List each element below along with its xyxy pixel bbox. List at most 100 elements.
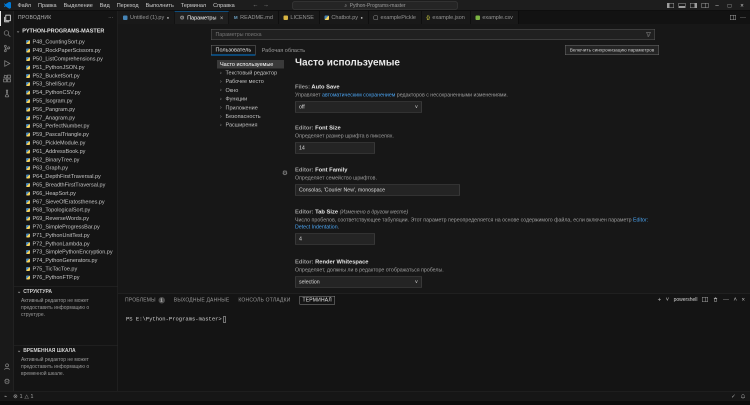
close-window-button[interactable]: × (738, 2, 746, 9)
file-item[interactable]: P70_SimpleProgressBar.py (14, 223, 118, 231)
terminal-profile-dropdown-icon[interactable]: ˅ (666, 296, 670, 303)
font-size-input[interactable] (295, 143, 375, 154)
file-item[interactable]: P51_PythonJSON.py (14, 63, 118, 71)
kill-terminal-icon[interactable] (712, 297, 718, 303)
file-item[interactable]: P57_Anagram.py (14, 114, 118, 122)
toggle-secondary-sidebar-icon[interactable] (690, 3, 697, 8)
setting-link[interactable]: автоматическим сохранением (322, 92, 395, 98)
more-actions-icon[interactable]: ⋯ (740, 14, 746, 21)
explorer-actions-icon[interactable]: ⋯ (108, 15, 113, 21)
minimize-button[interactable]: – (713, 2, 721, 9)
source-control-icon[interactable] (0, 41, 14, 56)
notifications-bell-icon[interactable] (740, 393, 746, 399)
check-icon[interactable]: ✓ (731, 393, 735, 399)
file-item[interactable]: P56_Pangram.py (14, 105, 118, 113)
file-item[interactable]: P61_AddressBook.py (14, 147, 118, 155)
file-item[interactable]: P60_PickleModule.py (14, 139, 118, 147)
file-item[interactable]: P53_ShellSort.py (14, 80, 118, 88)
tab-size-input[interactable] (295, 234, 375, 245)
toggle-panel-icon[interactable] (679, 3, 686, 8)
outline-header[interactable]: ⌄ СТРУКТУРА (14, 287, 118, 297)
tab-example-csv[interactable]: example.csv (470, 11, 518, 24)
remote-indicator[interactable]: ⌁ (4, 393, 7, 399)
tab-untitled[interactable]: Untitled (1).py ● (118, 11, 175, 24)
toc-window[interactable]: ›Окно (217, 86, 284, 95)
menu-selection[interactable]: Выделение (60, 2, 96, 8)
menu-run[interactable]: Выполнить (142, 2, 177, 8)
scope-tab-workspace[interactable]: Рабочая область (262, 47, 305, 53)
render-whitespace-select[interactable]: selection ˅ (295, 277, 422, 288)
file-item[interactable]: P55_Isogram.py (14, 97, 118, 105)
settings-search-input[interactable] (215, 31, 646, 38)
testing-icon[interactable] (0, 86, 14, 101)
settings-sync-button[interactable]: Включить синхронизацию параметров (565, 45, 659, 55)
auto-save-select[interactable]: off ˅ (295, 102, 422, 113)
settings-gear-icon[interactable]: ⚙ (0, 374, 14, 389)
file-item[interactable]: P76_PythonFTP.py (14, 273, 118, 281)
menu-file[interactable]: Файл (14, 2, 35, 8)
split-editor-icon[interactable] (730, 15, 736, 20)
file-item[interactable]: P49_RockPaperScissors.py (14, 46, 118, 54)
toc-security[interactable]: ›Безопасность (217, 112, 284, 121)
menu-view[interactable]: Вид (96, 2, 113, 8)
menu-help[interactable]: Справка (210, 2, 239, 8)
file-item[interactable]: P74_PythonGenerators.py (14, 256, 118, 264)
file-item[interactable]: P66_HeapSort.py (14, 189, 118, 197)
tab-settings[interactable]: ⚙ Параметры × (175, 11, 229, 24)
file-item[interactable]: P69_ReverseWords.py (14, 214, 118, 222)
panel-tab-problems[interactable]: ПРОБЛЕМЫ 1 (125, 297, 165, 304)
file-item[interactable]: P62_BinaryTree.py (14, 156, 118, 164)
forward-icon[interactable]: → (263, 1, 269, 8)
file-item[interactable]: P50_ListComprehensions.py (14, 55, 118, 63)
file-item[interactable]: P63_Graph.py (14, 164, 118, 172)
tab-chatbot[interactable]: Chatbot.py ● (319, 11, 368, 24)
file-item[interactable]: P67_SieveOfEratosthenes.py (14, 198, 118, 206)
close-panel-icon[interactable]: × (741, 296, 745, 303)
panel-tab-output[interactable]: ВЫХОДНЫЕ ДАННЫЕ (174, 297, 230, 303)
file-item[interactable]: P59_PascalTriangle.py (14, 130, 118, 138)
search-sidebar-icon[interactable] (0, 26, 14, 41)
tab-example-pickle[interactable]: examplePickle (368, 11, 421, 24)
tab-license[interactable]: LICENSE (278, 11, 319, 24)
toc-workbench[interactable]: ›Рабочее место (217, 77, 284, 86)
shell-label[interactable]: powershell (674, 297, 698, 303)
tab-example-json[interactable]: {} example.json (421, 11, 470, 24)
run-debug-icon[interactable] (0, 56, 14, 71)
back-icon[interactable]: ← (253, 1, 259, 8)
customize-layout-icon[interactable] (702, 3, 709, 8)
new-terminal-icon[interactable]: + (658, 296, 662, 303)
file-item[interactable]: P72_PythonLambda.py (14, 240, 118, 248)
toc-extensions[interactable]: ›Расширения (217, 121, 284, 130)
explorer-icon[interactable] (0, 11, 14, 26)
toggle-sidebar-icon[interactable] (667, 3, 674, 8)
timeline-header[interactable]: ⌄ ВРЕМЕННАЯ ШКАЛА (14, 346, 118, 356)
file-item[interactable]: P75_TicTacToe.py (14, 265, 118, 273)
close-tab-icon[interactable]: × (220, 14, 224, 21)
menu-edit[interactable]: Правка (35, 2, 61, 8)
account-icon[interactable] (0, 359, 14, 374)
command-center[interactable]: ⌕ Python-Programs-master (293, 2, 458, 10)
scope-tab-user[interactable]: Пользователь (211, 45, 256, 56)
extensions-icon[interactable] (0, 71, 14, 86)
file-item[interactable]: P68_TopologicalSort.py (14, 206, 118, 214)
font-family-input[interactable] (295, 185, 460, 196)
problems-status[interactable]: ⊗ 1 △ 1 (13, 393, 33, 399)
menu-go[interactable]: Переход (113, 2, 142, 8)
filter-icon[interactable] (646, 32, 652, 38)
setting-edit-gear-icon[interactable]: ⚙ (282, 169, 288, 177)
toc-application[interactable]: ›Приложение (217, 103, 284, 112)
file-item[interactable]: P58_PerfectNumber.py (14, 122, 118, 130)
file-item[interactable]: P71_PythonUnitTest.py (14, 231, 118, 239)
maximize-button[interactable]: □ (726, 2, 734, 9)
file-item[interactable]: P54_PythonCSV.py (14, 88, 118, 96)
file-item[interactable]: P48_CountingSort.py (14, 38, 118, 46)
maximize-panel-icon[interactable]: ˄ (733, 296, 737, 303)
terminal-output[interactable]: PS E:\Python-Programs-master> (126, 317, 226, 323)
toc-commonly-used[interactable]: Часто используемые (217, 60, 284, 69)
tab-readme[interactable]: M README.md (229, 11, 278, 24)
toc-features[interactable]: ›Функции (217, 95, 284, 104)
menu-terminal[interactable]: Терминал (177, 2, 209, 8)
file-item[interactable]: P52_BucketSort.py (14, 72, 118, 80)
file-item[interactable]: P64_DepthFirstTraversal.py (14, 172, 118, 180)
file-item[interactable]: P73_SimplePythonEncryption.py (14, 248, 118, 256)
